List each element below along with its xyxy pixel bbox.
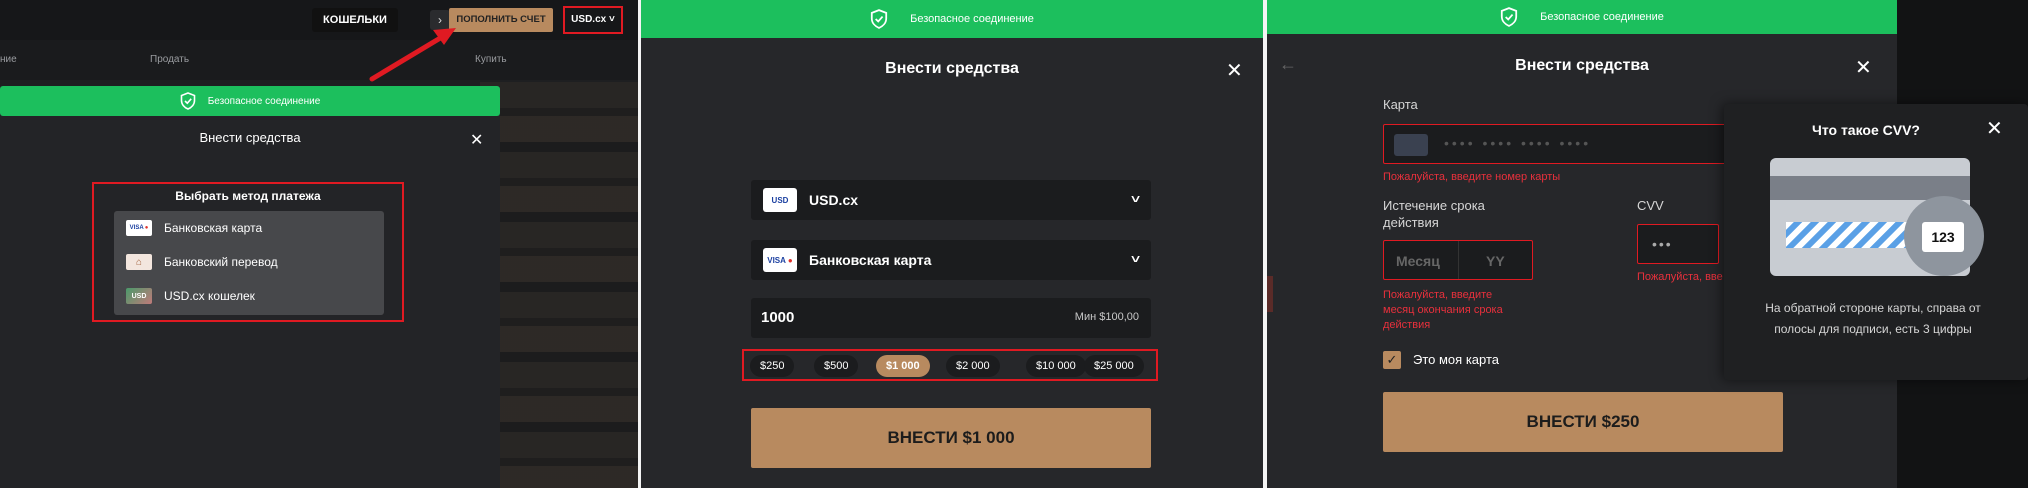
- preset-chip[interactable]: $2 000: [946, 355, 1000, 377]
- cvv-error: Пожалуйста, вве: [1637, 271, 1723, 283]
- usd-wallet-icon: USD: [763, 188, 797, 212]
- currency-selector[interactable]: USD.cx ˅: [563, 6, 623, 34]
- secure-connection-text: Безопасное соединение: [1540, 11, 1664, 23]
- amount-input[interactable]: 1000 Мин $100,00: [751, 298, 1151, 338]
- expiry-error: Пожалуйста, введите: [1383, 289, 1493, 301]
- chevron-down-icon: ˅: [1130, 252, 1141, 266]
- deposit-button[interactable]: ВНЕСТИ $250: [1383, 392, 1783, 452]
- payment-method-list: VISA ● Банковская карта ⌂ Банковский пер…: [114, 211, 384, 315]
- method-item-bank-transfer[interactable]: ⌂ Банковский перевод: [126, 251, 278, 273]
- preset-chip[interactable]: $25 000: [1084, 355, 1144, 377]
- method-item-bank-card[interactable]: VISA ● Банковская карта: [126, 217, 262, 239]
- panel-card-details: Безопасное соединение ← Внести средства …: [1267, 0, 2028, 488]
- secure-connection-bar: Безопасное соединение: [1267, 0, 1897, 34]
- modal-title: Внести средства: [199, 130, 301, 145]
- secure-connection-bar: Безопасное соединение: [0, 86, 500, 116]
- cvv-input[interactable]: •••: [1637, 224, 1719, 264]
- month-placeholder[interactable]: Месяц: [1396, 253, 1440, 269]
- close-icon[interactable]: ✕: [1855, 55, 1872, 80]
- panel-payment-method: КОШЕЛЬКИ › ПОПОЛНИТЬ СЧЕТ USD.cx ˅ ние П…: [0, 0, 638, 488]
- modal-title: Внести средства: [1515, 57, 1649, 74]
- shield-check-icon: [1500, 7, 1518, 27]
- preset-chip-active[interactable]: $1 000: [876, 355, 930, 377]
- table-header: ние Продать Купить: [0, 40, 638, 80]
- secure-connection-text: Безопасное соединение: [207, 95, 321, 107]
- payment-method-title: Выбрать метод платежа: [175, 189, 321, 203]
- amount-presets: $250 $500 $1 000 $2 000 $10 000 $25 000: [742, 349, 1158, 381]
- preset-chip[interactable]: $10 000: [1026, 355, 1086, 377]
- background-strip: [1267, 276, 1273, 312]
- modal-title: Внести средства: [885, 60, 1019, 77]
- cvv-value: •••: [1652, 236, 1673, 252]
- preset-chip[interactable]: $500: [814, 355, 859, 377]
- close-icon[interactable]: ✕: [470, 130, 483, 150]
- topup-account-button[interactable]: ПОПОЛНИТЬ СЧЕТ: [449, 8, 553, 32]
- panel-deposit-amount: Безопасное соединение Внести средства ✕ …: [641, 0, 1263, 488]
- expiry-error-line2: месяц окончания срока: [1383, 304, 1503, 316]
- close-icon[interactable]: ✕: [1226, 58, 1243, 83]
- top-header-bar: КОШЕЛЬКИ › ПОПОЛНИТЬ СЧЕТ USD.cx ˅: [0, 0, 638, 40]
- preset-chip[interactable]: $250: [750, 355, 795, 377]
- expiry-label-line2: действия: [1383, 215, 1439, 230]
- cvv-popup-title: Что такое CVV?: [1812, 122, 1920, 138]
- currency-select-value: USD.cx: [809, 192, 859, 208]
- card-number-input[interactable]: •••• •••• •••• ••••: [1383, 124, 1773, 164]
- chevron-down-icon: ˅: [1130, 192, 1141, 206]
- card-chip-icon: [1394, 134, 1428, 156]
- card-error: Пожалуйста, введите номер карты: [1383, 171, 1561, 183]
- usd-wallet-icon: USD: [126, 288, 152, 304]
- cvv-popup-text: На обратной стороне карты, справа от пол…: [1765, 301, 1981, 336]
- cvv-example-number: 123: [1931, 229, 1955, 245]
- visa-mastercard-icon: VISA ●: [763, 248, 797, 272]
- wallets-button[interactable]: КОШЕЛЬКИ: [312, 8, 398, 32]
- my-card-checkbox[interactable]: ✓: [1383, 351, 1401, 369]
- year-placeholder[interactable]: YY: [1486, 253, 1505, 269]
- method-label: Банковский перевод: [164, 255, 278, 269]
- expiry-error-line3: действия: [1383, 319, 1431, 331]
- expiry-label: Истечение срока: [1383, 198, 1485, 213]
- cvv-label: CVV: [1637, 198, 1664, 213]
- shield-check-icon: [870, 9, 888, 29]
- deposit-button[interactable]: ВНЕСТИ $1 000: [751, 408, 1151, 468]
- column-header-name: ние: [0, 54, 17, 65]
- close-icon[interactable]: ✕: [1986, 116, 2003, 141]
- bank-icon: ⌂: [126, 254, 152, 270]
- method-item-usd-wallet[interactable]: USD USD.cx кошелек: [126, 285, 255, 307]
- currency-select[interactable]: USD USD.cx ˅: [751, 180, 1151, 220]
- card-back-cvv-icon: [1770, 158, 1984, 276]
- payment-method-select[interactable]: VISA ● Банковская карта ˅: [751, 240, 1151, 280]
- blurred-price-column: [480, 82, 638, 488]
- my-card-label: Это моя карта: [1413, 352, 1499, 367]
- expiry-input[interactable]: Месяц YY: [1383, 240, 1533, 280]
- expiry-separator: [1458, 241, 1459, 279]
- amount-min-hint: Мин $100,00: [1074, 311, 1139, 323]
- cvv-help-popup: Что такое CVV? ✕ 123 На обратной стороне…: [1724, 104, 2028, 380]
- column-header-sell: Продать: [150, 54, 190, 65]
- payment-method-section: Выбрать метод платежа VISA ● Банковская …: [92, 182, 404, 322]
- column-header-buy: Купить: [475, 54, 507, 65]
- secure-connection-bar: Безопасное соединение: [641, 0, 1263, 38]
- method-label: Банковская карта: [164, 221, 263, 235]
- payment-method-select-value: Банковская карта: [809, 252, 932, 268]
- card-number-placeholder: •••• •••• •••• ••••: [1444, 135, 1592, 151]
- amount-value: 1000: [761, 309, 795, 326]
- shield-check-icon: [180, 92, 196, 110]
- card-label: Карта: [1383, 97, 1418, 112]
- secure-connection-text: Безопасное соединение: [910, 13, 1034, 25]
- visa-mastercard-icon: VISA ●: [126, 220, 152, 236]
- chevron-right-icon[interactable]: ›: [430, 10, 450, 30]
- method-label: USD.cx кошелек: [164, 289, 255, 303]
